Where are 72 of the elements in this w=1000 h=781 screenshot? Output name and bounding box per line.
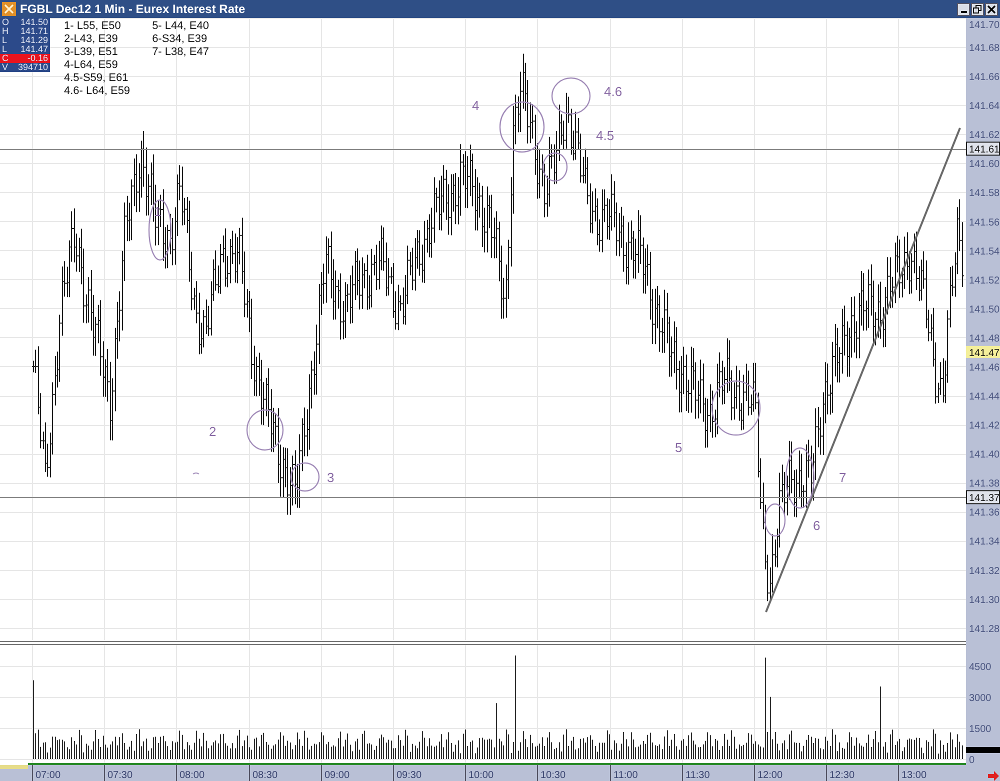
quote-value: 141.29 (19, 36, 49, 45)
note-text: 3-L39, E51 (64, 46, 119, 59)
price-tick-label: 141.58 (969, 188, 1000, 200)
price-tick-label: 141.66 (969, 72, 1000, 84)
price-tick-label: 141.68 (969, 43, 1000, 54)
time-tick-label: 08:00 (180, 770, 205, 781)
annotation-label: 4 (472, 98, 480, 113)
price-tick-label: 141.64 (969, 101, 1000, 112)
price-tick-label: 141.60 (969, 159, 1000, 170)
volume-tick-label: 0 (969, 755, 975, 766)
price-tick-label: 141.40 (969, 450, 1000, 461)
price-tick-label: 141.30 (969, 594, 1000, 606)
price-tick-label: 141.62 (969, 130, 1000, 142)
price-marker: 141.61 (966, 142, 1000, 156)
price-tick-label: 141.50 (969, 304, 1000, 316)
quote-label: L (1, 36, 8, 45)
quote-label: L (1, 45, 8, 54)
price-tick-label: 141.32 (969, 566, 1000, 577)
price-tick-label: 141.28 (969, 624, 1000, 635)
note-text: 1- L55, E50 (64, 20, 122, 33)
quote-value: 141.50 (19, 18, 49, 27)
note-text: 2-L43, E39 (64, 33, 119, 46)
quote-label: V (1, 63, 10, 72)
quote-label: H (1, 27, 10, 36)
annotation-label: 7 (839, 470, 846, 485)
annotation-label: 4.5 (596, 128, 614, 143)
annotation-label: 2 (209, 424, 216, 439)
annotation-label: 3 (327, 470, 334, 485)
quote-value: 394710 (16, 63, 49, 72)
note-text: 4.5-S59, E61 (64, 72, 130, 85)
time-tick-label: 11:30 (686, 770, 710, 781)
quote-value: 141.47 (19, 45, 49, 54)
time-tick-label: 12:00 (758, 770, 783, 781)
price-tick-label: 141.46 (969, 362, 1000, 374)
price-tick-label: 141.42 (969, 420, 1000, 432)
annotation-label: 5 (675, 440, 682, 455)
quote-label: C (0, 54, 12, 63)
annotation-label: 6 (813, 518, 820, 533)
time-tick-label: 10:30 (540, 770, 566, 781)
price-tick-label: 141.36 (969, 508, 1000, 519)
price-tick-label: 141.56 (969, 217, 1000, 228)
annotation-label: 4.6 (604, 84, 622, 99)
price-tick-label: 141.34 (969, 536, 1000, 548)
note-text: 6-S34, E39 (152, 33, 208, 46)
note-text: 7- L38, E47 (152, 46, 209, 59)
time-tick-label: 07:30 (108, 770, 133, 781)
quote-label: O (1, 18, 10, 27)
note-text: 4.6- L64, E59 (64, 85, 130, 98)
volume-tick-label: 3000 (969, 692, 992, 704)
time-tick-label: 12:30 (830, 770, 855, 781)
time-tick-label: 09:30 (396, 770, 422, 781)
price-tick-label: 141.48 (969, 333, 1000, 344)
price-marker: 141.47 (966, 346, 1000, 359)
price-marker: 141.37 (966, 490, 1000, 504)
time-tick-label: 10:00 (468, 770, 494, 781)
price-tick-label: 141.44 (969, 392, 1000, 403)
quote-value: -0.16 (12, 54, 50, 63)
note-text: 4-L64, E59 (64, 59, 119, 72)
volume-tick-label: 1500 (969, 724, 992, 735)
volume-tick-label: 4500 (969, 662, 992, 673)
quote-value: 141.71 (19, 27, 49, 36)
price-tick-label: 141.54 (969, 246, 1000, 258)
price-tick-label: 141.70 (969, 20, 1000, 31)
time-tick-label: 07:00 (36, 770, 61, 781)
price-tick-label: 141.38 (969, 478, 1000, 490)
time-tick-label: 13:00 (902, 770, 927, 781)
time-tick-label: 09:00 (324, 770, 350, 781)
time-tick-label: 08:30 (252, 770, 278, 781)
note-text: 5- L44, E40 (152, 20, 209, 33)
time-tick-label: 11:00 (614, 770, 638, 781)
window-title: FGBL Dec12 1 Min - Eurex Interest Rate (20, 3, 246, 15)
price-tick-label: 141.52 (969, 275, 1000, 286)
